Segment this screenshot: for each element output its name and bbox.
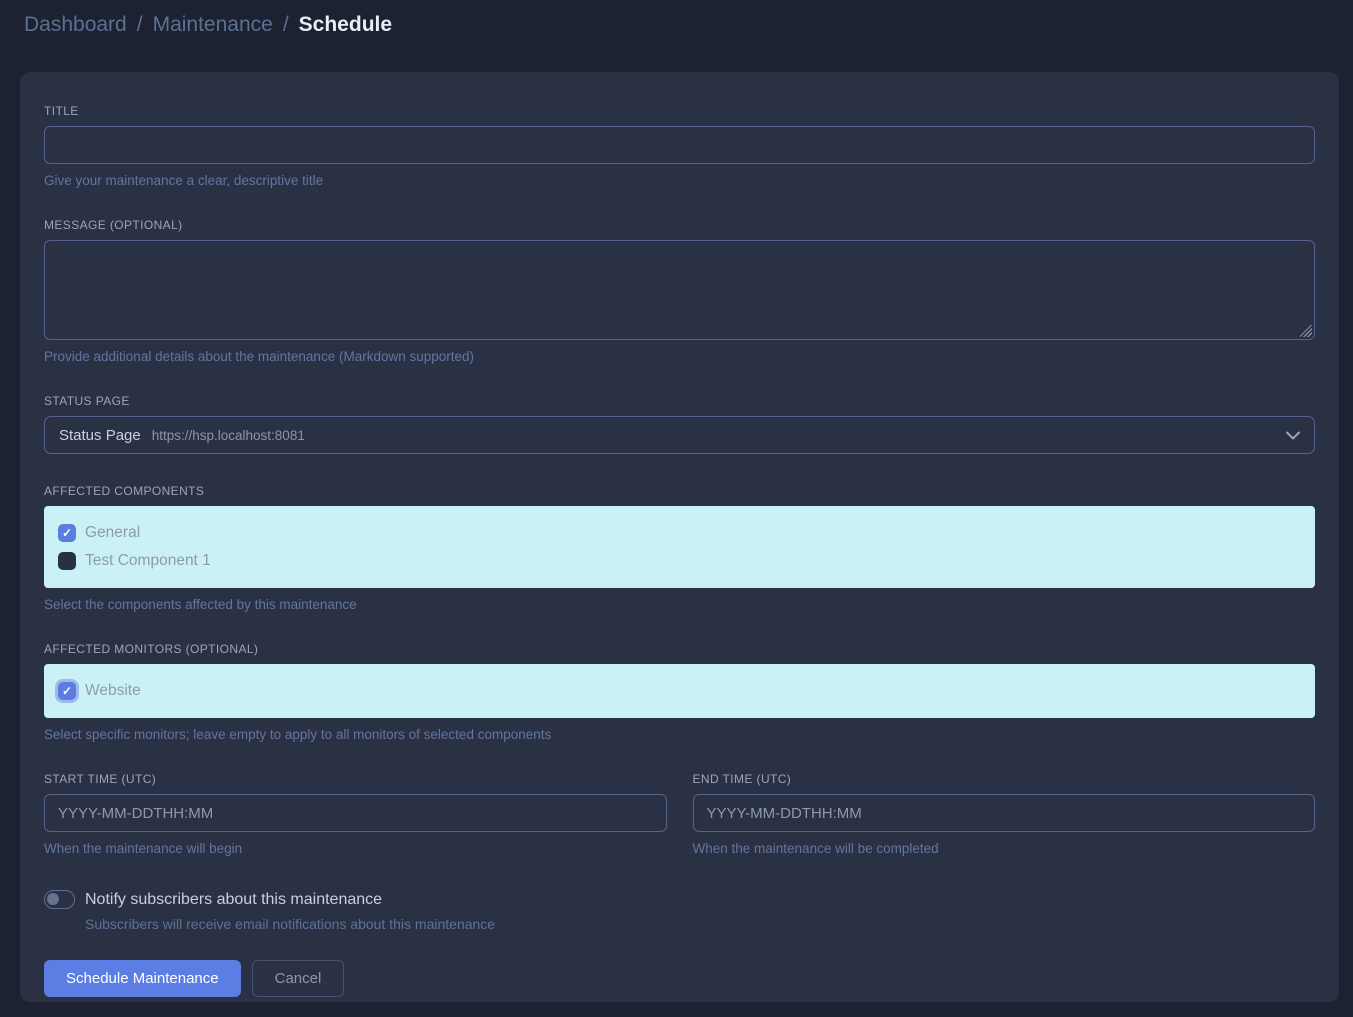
message-label: MESSAGE (OPTIONAL): [44, 218, 1315, 232]
notify-subscribers-block: Notify subscribers about this maintenanc…: [44, 890, 1315, 932]
start-time-helper-text: When the maintenance will begin: [44, 841, 667, 856]
checkbox-icon[interactable]: ✓: [58, 524, 76, 542]
start-time-field-group: START TIME (UTC) When the maintenance wi…: [44, 772, 667, 856]
textarea-resize-handle[interactable]: [1300, 325, 1312, 337]
affected-components-field-group: AFFECTED COMPONENTS ✓ General ✓ Test Com…: [44, 484, 1315, 612]
affected-components-panel: ✓ General ✓ Test Component 1: [44, 506, 1315, 588]
chevron-down-icon: [1286, 431, 1300, 440]
notify-subscribers-helper-text: Subscribers will receive email notificat…: [85, 916, 1315, 932]
checkmark-icon: ✓: [62, 685, 72, 697]
component-option-label: Test Component 1: [85, 552, 211, 570]
breadcrumb: Dashboard / Maintenance / Schedule: [24, 13, 392, 37]
title-field-group: TITLE Give your maintenance a clear, des…: [44, 104, 1315, 188]
toggle-knob: [47, 893, 59, 905]
schedule-maintenance-button[interactable]: Schedule Maintenance: [44, 960, 241, 997]
message-textarea[interactable]: [44, 240, 1315, 340]
notify-subscribers-label: Notify subscribers about this maintenanc…: [85, 891, 382, 909]
start-time-input[interactable]: [44, 794, 667, 832]
checkmark-icon: ✓: [62, 527, 72, 539]
notify-subscribers-toggle[interactable]: [44, 890, 75, 909]
affected-monitors-helper-text: Select specific monitors; leave empty to…: [44, 727, 1315, 742]
affected-components-label: AFFECTED COMPONENTS: [44, 484, 1315, 498]
form-actions: Schedule Maintenance Cancel: [44, 960, 1315, 997]
status-page-field-group: STATUS PAGE Status Page https://hsp.loca…: [44, 394, 1315, 454]
message-field-group: MESSAGE (OPTIONAL) Provide additional de…: [44, 218, 1315, 364]
checkbox-icon[interactable]: ✓: [58, 682, 76, 700]
status-page-selected-url: https://hsp.localhost:8081: [152, 428, 305, 443]
breadcrumb-separator: /: [283, 13, 289, 37]
monitor-option-label: Website: [85, 682, 141, 700]
time-fields-row: START TIME (UTC) When the maintenance wi…: [44, 772, 1315, 856]
schedule-maintenance-form-card: TITLE Give your maintenance a clear, des…: [20, 72, 1339, 1002]
monitor-option-website[interactable]: ✓ Website: [58, 679, 1301, 703]
component-option-label: General: [85, 524, 140, 542]
component-option-general[interactable]: ✓ General: [58, 521, 1301, 545]
component-option-test-component-1[interactable]: ✓ Test Component 1: [58, 549, 1301, 573]
affected-components-helper-text: Select the components affected by this m…: [44, 597, 1315, 612]
status-page-label: STATUS PAGE: [44, 394, 1315, 408]
affected-monitors-field-group: AFFECTED MONITORS (OPTIONAL) ✓ Website S…: [44, 642, 1315, 742]
status-page-select[interactable]: Status Page https://hsp.localhost:8081: [44, 416, 1315, 454]
title-helper-text: Give your maintenance a clear, descripti…: [44, 173, 1315, 188]
affected-monitors-label: AFFECTED MONITORS (OPTIONAL): [44, 642, 1315, 656]
cancel-button[interactable]: Cancel: [252, 960, 345, 997]
message-helper-text: Provide additional details about the mai…: [44, 349, 1315, 364]
end-time-input[interactable]: [693, 794, 1316, 832]
top-bar: Dashboard / Maintenance / Schedule: [0, 0, 1353, 50]
checkbox-icon[interactable]: ✓: [58, 552, 76, 570]
breadcrumb-separator: /: [137, 13, 143, 37]
end-time-field-group: END TIME (UTC) When the maintenance will…: [693, 772, 1316, 856]
breadcrumb-maintenance[interactable]: Maintenance: [153, 13, 273, 37]
breadcrumb-dashboard[interactable]: Dashboard: [24, 13, 127, 37]
start-time-label: START TIME (UTC): [44, 772, 667, 786]
affected-monitors-panel: ✓ Website: [44, 664, 1315, 718]
end-time-helper-text: When the maintenance will be completed: [693, 841, 1316, 856]
end-time-label: END TIME (UTC): [693, 772, 1316, 786]
title-label: TITLE: [44, 104, 1315, 118]
status-page-selected-name: Status Page: [59, 427, 141, 444]
breadcrumb-current-schedule: Schedule: [299, 13, 392, 37]
title-input[interactable]: [44, 126, 1315, 164]
